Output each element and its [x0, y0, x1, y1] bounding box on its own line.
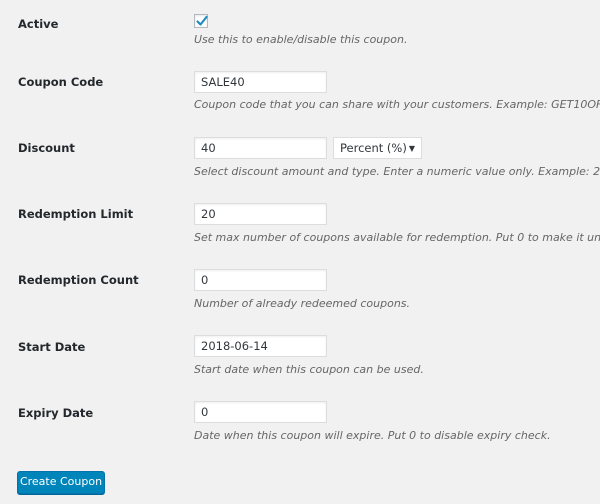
create-coupon-button[interactable]: Create Coupon: [17, 471, 105, 494]
redemption-limit-description: Set max number of coupons available for …: [194, 231, 600, 244]
coupon-code-input[interactable]: [194, 71, 327, 93]
expiry-date-description: Date when this coupon will expire. Put 0…: [194, 429, 551, 442]
active-checkbox[interactable]: [194, 14, 208, 28]
discount-amount-input[interactable]: [194, 137, 327, 159]
expiry-date-label: Expiry Date: [18, 406, 94, 420]
coupon-code-label: Coupon Code: [18, 75, 104, 89]
discount-type-select[interactable]: Percent (%) ▼: [333, 137, 422, 159]
redemption-count-label: Redemption Count: [18, 273, 139, 287]
active-label: Active: [18, 17, 59, 31]
start-date-description: Start date when this coupon can be used.: [194, 363, 424, 376]
start-date-input[interactable]: [194, 335, 327, 357]
expiry-date-input[interactable]: [194, 401, 327, 423]
dropdown-arrow-icon: ▼: [408, 144, 415, 153]
checkmark-icon: [196, 15, 208, 26]
discount-description: Select discount amount and type. Enter a…: [194, 165, 600, 178]
discount-label: Discount: [18, 141, 75, 155]
start-date-label: Start Date: [18, 340, 86, 354]
discount-type-value: Percent (%): [340, 141, 407, 155]
redemption-limit-input[interactable]: [194, 203, 327, 225]
active-description: Use this to enable/disable this coupon.: [194, 33, 408, 46]
redemption-count-description: Number of already redeemed coupons.: [194, 297, 411, 310]
redemption-count-input[interactable]: [194, 269, 327, 291]
redemption-limit-label: Redemption Limit: [18, 207, 134, 221]
coupon-code-description: Coupon code that you can share with your…: [194, 98, 600, 111]
